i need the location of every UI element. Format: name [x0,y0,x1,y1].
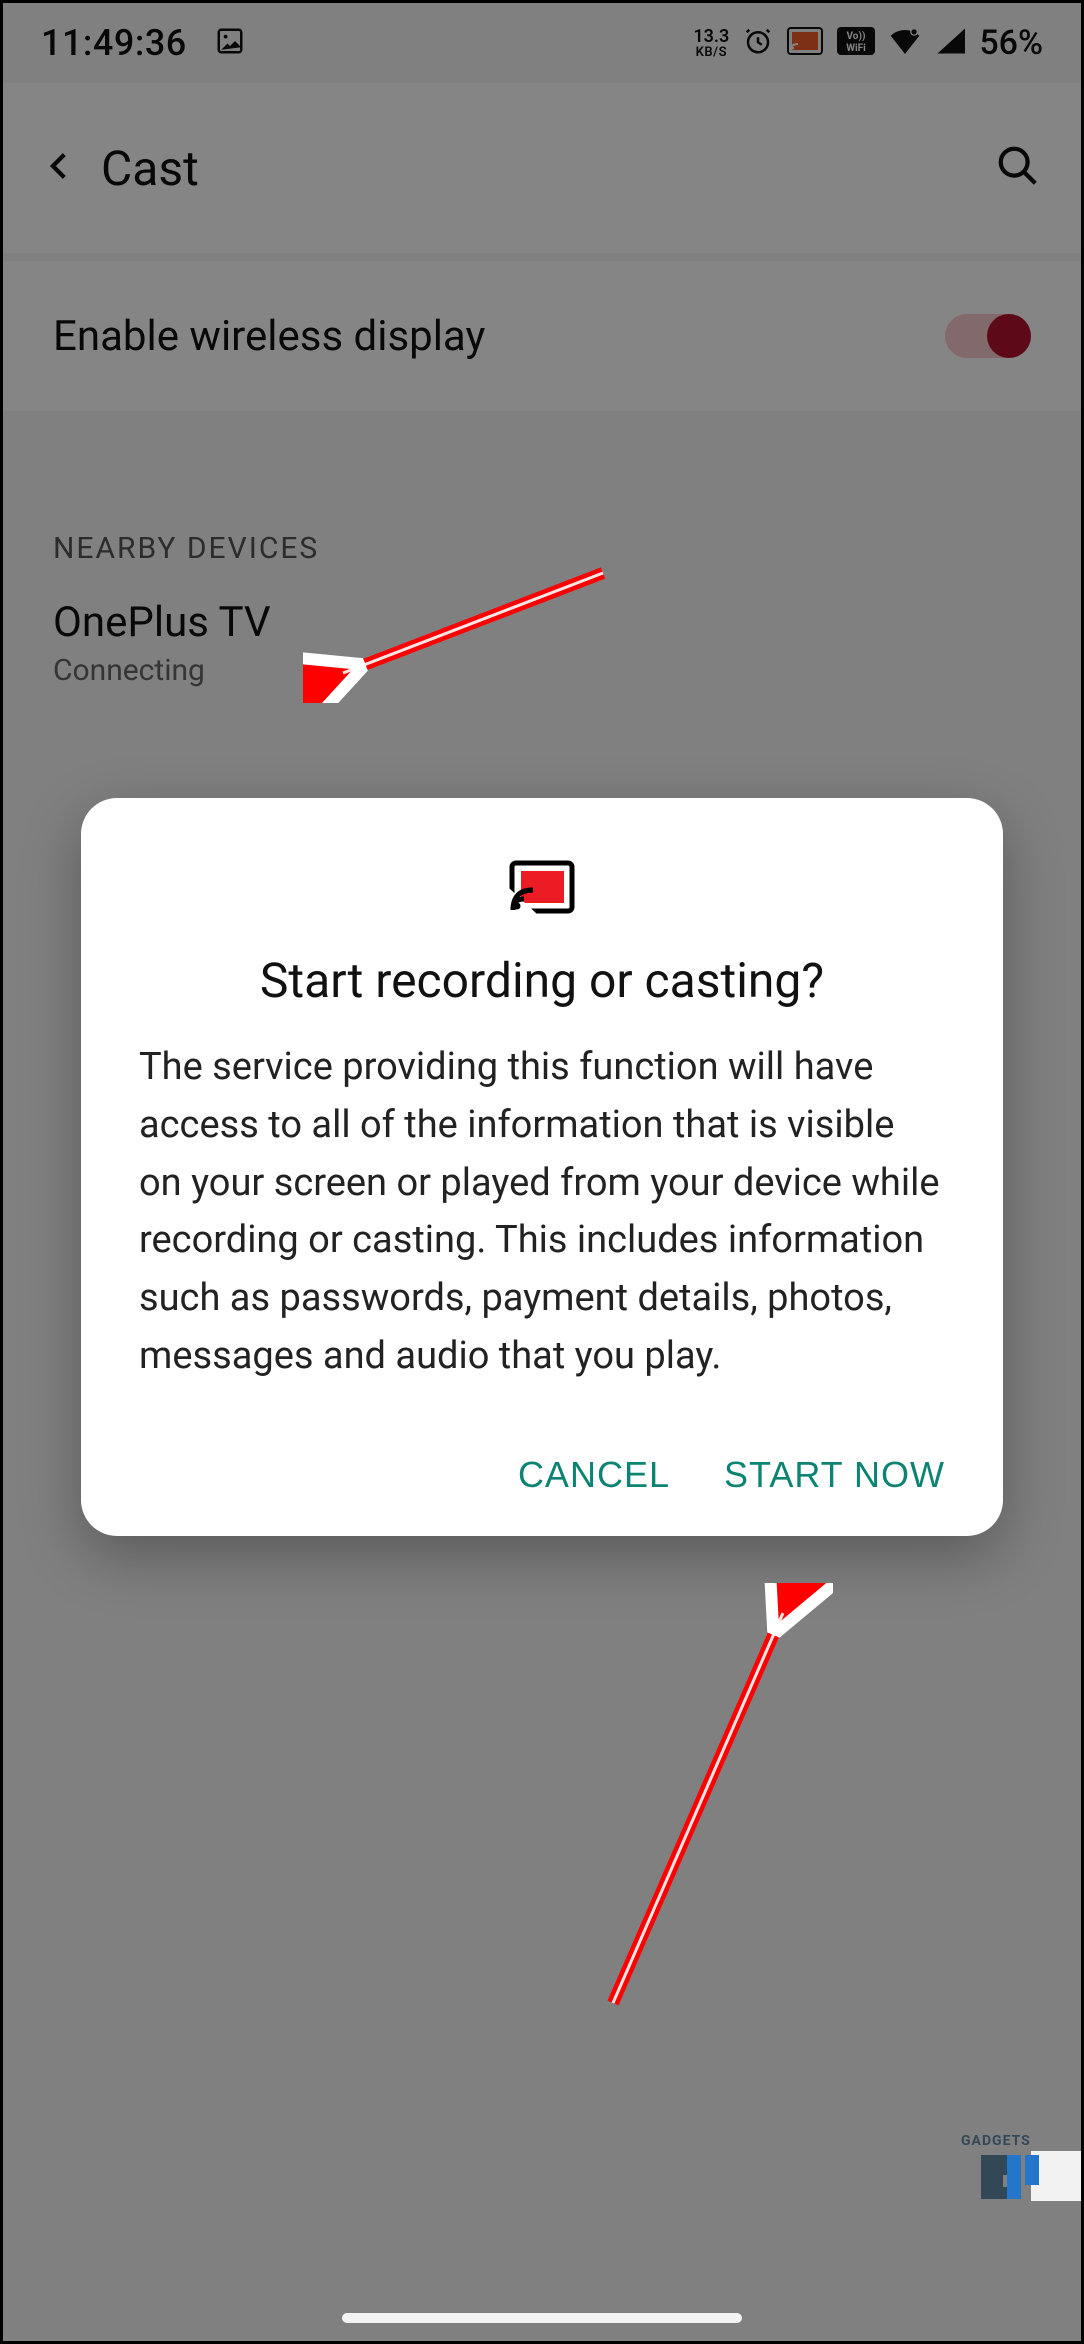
start-casting-dialog: Start recording or casting? The service … [81,798,1003,1536]
dialog-body: The service providing this function will… [139,1039,945,1386]
svg-text:GADGETS: GADGETS [961,2133,1031,2149]
navigation-pill[interactable] [342,2313,742,2323]
cast-icon [139,860,945,914]
dialog-title: Start recording or casting? [139,952,945,1009]
start-now-button[interactable]: START NOW [724,1454,945,1496]
watermark: GADGETS [961,2127,1081,2211]
cancel-button[interactable]: CANCEL [518,1454,670,1496]
